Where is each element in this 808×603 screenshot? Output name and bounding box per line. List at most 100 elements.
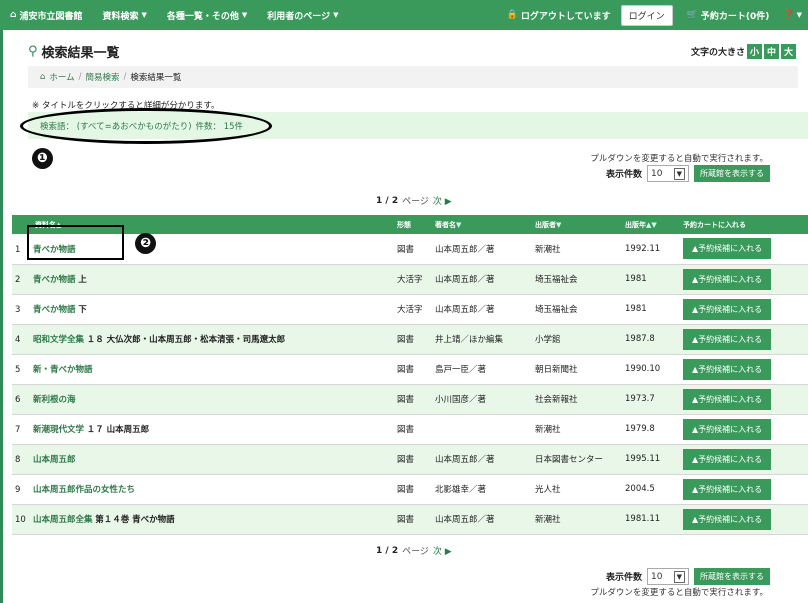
table-row: 1 青べか物語 図書 山本周五郎／著 新潮社 1992.11 ▲予約候補に入れる (12, 234, 808, 265)
help-icon: ❓ (783, 10, 795, 20)
author-cell: 北影雄幸／著 (432, 474, 532, 505)
page-label: ページ (402, 547, 429, 557)
reservation-cart-link[interactable]: 🛒 予約カート(0件) (687, 9, 770, 22)
title-link[interactable]: 新潮現代文学 (33, 425, 84, 435)
display-count-value: 10 (651, 571, 663, 582)
table-row: 5 新・青べか物語 図書 島戸一臣／著 朝日新聞社 1990.10 ▲予約候補に入れる (12, 354, 808, 385)
col-header-author[interactable]: 著者名▼ (432, 215, 532, 234)
year-cell: 1973.7 (622, 384, 680, 415)
table-row: 3 青べか物語 下 大活字 山本周五郎／著 埼玉福祉会 1981 ▲予約候補に入れる (12, 294, 808, 325)
sort-icon: ▼ (556, 220, 562, 229)
breadcrumb-simple-search[interactable]: 簡易検索 (86, 71, 120, 83)
title-cell: 5 新・青べか物語 (12, 354, 394, 385)
page-indicator: 1 / 2 (376, 195, 399, 206)
font-size-medium-button[interactable]: 中 (763, 44, 779, 59)
title-cell: 9 山本周五郎作品の女性たち (12, 474, 394, 505)
add-reservation-button[interactable]: ▲予約候補に入れる (683, 508, 772, 530)
nav-item-label: 資料検索 (102, 11, 139, 22)
brand-link[interactable]: ⌂ 浦安市立図書館 (10, 9, 82, 22)
title-link[interactable]: 新・青べか物語 (33, 365, 93, 375)
next-page-link[interactable]: 次 ▶ (433, 544, 452, 557)
font-size-large-button[interactable]: 大 (780, 44, 796, 59)
reserve-cell: ▲予約候補に入れる (680, 294, 808, 325)
row-number: 8 (15, 455, 21, 465)
annotation-rectangle (27, 225, 124, 260)
year-cell: 2004.5 (622, 474, 680, 505)
play-icon: ▶ (444, 547, 452, 557)
row-number: 10 (15, 515, 26, 525)
add-reservation-button[interactable]: ▲予約候補に入れる (683, 418, 772, 440)
col-header-reserve: 予約カートに入れる (680, 215, 808, 234)
title-link[interactable]: 山本周五郎 (33, 455, 76, 465)
nav-item-label: 利用者のページ (267, 11, 331, 22)
reserve-cell: ▲予約候補に入れる (680, 264, 808, 295)
title-link[interactable]: 新利根の海 (33, 395, 76, 405)
form-cell: 大活字 (394, 264, 432, 295)
show-holdings-button[interactable]: 所蔵館を表示する (694, 568, 770, 585)
add-reservation-button[interactable]: ▲予約候補に入れる (683, 448, 772, 470)
reserve-cell: ▲予約候補に入れる (680, 234, 808, 265)
title-cell: 10 山本周五郎全集 第１４巻 青べか物語 (12, 504, 394, 535)
display-count-select[interactable]: 10 ▼ (647, 165, 689, 182)
title-link[interactable]: 青べか物語 (33, 305, 76, 315)
year-cell: 1981.11 (622, 504, 680, 535)
show-holdings-button[interactable]: 所蔵館を表示する (694, 165, 770, 182)
add-reservation-button[interactable]: ▲予約候補に入れる (683, 358, 772, 380)
results-table: 資料名▲ 形態 著者名▼ 出版者▼ 出版年▲▼ 予約カートに入れる 1 青べか物語… (12, 215, 808, 535)
auto-run-note-top: プルダウンを変更すると自動で実行されます。 (590, 154, 768, 164)
nav-item-search[interactable]: 資料検索 ▼ (102, 9, 146, 22)
annotation-oval (20, 108, 272, 144)
title-link[interactable]: 昭和文学全集 (33, 335, 84, 345)
search-icon: ⚲ (28, 44, 38, 59)
font-size-label: 文字の大きさ (690, 48, 745, 58)
add-reservation-button[interactable]: ▲予約候補に入れる (683, 268, 772, 290)
logout-status-label: ログアウトしています (520, 11, 611, 22)
title-link[interactable]: 青べか物語 (33, 275, 76, 285)
caret-down-icon: ▼ (141, 11, 147, 19)
form-cell: 図書 (394, 234, 432, 265)
form-cell: 図書 (394, 354, 432, 385)
next-page-link[interactable]: 次 ▶ (433, 194, 452, 207)
page-title-text: 検索結果一覧 (41, 46, 120, 61)
help-menu[interactable]: ❓ ▼ (783, 10, 802, 20)
page-title: ⚲ 検索結果一覧 (28, 42, 120, 61)
table-row: 7 新潮現代文学 １７ 山本周五郎 図書 新潮社 1979.8 ▲予約候補に入れる (12, 414, 808, 445)
nav-item-lists[interactable]: 各種一覧・その他 ▼ (167, 9, 247, 22)
font-size-small-button[interactable]: 小 (746, 44, 762, 59)
table-row: 9 山本周五郎作品の女性たち 図書 北影雄幸／著 光人社 2004.5 ▲予約候補に入れる (12, 474, 808, 505)
pager-bottom: 1 / 2 ページ 次 ▶ (376, 544, 452, 558)
cart-icon: 🛒 (686, 10, 698, 20)
title-cell: 8 山本周五郎 (12, 444, 394, 475)
table-row: 4 昭和文学全集 １８ 大仏次郎・山本周五郎・松本清張・司馬遼太郎 図書 井上靖／ほか… (12, 324, 808, 355)
add-reservation-button[interactable]: ▲予約候補に入れる (683, 238, 772, 260)
add-reservation-button[interactable]: ▲予約候補に入れる (683, 388, 772, 410)
col-header-publisher[interactable]: 出版者▼ (532, 215, 622, 234)
nav-item-user-page[interactable]: 利用者のページ ▼ (267, 9, 338, 22)
breadcrumb-home[interactable]: ホーム (49, 71, 74, 83)
title-link[interactable]: 山本周五郎全集 (33, 515, 93, 525)
title-link[interactable]: 山本周五郎作品の女性たち (33, 485, 135, 495)
year-cell: 1992.11 (622, 234, 680, 265)
next-label: 次 (432, 547, 442, 557)
form-cell: 図書 (394, 324, 432, 355)
display-count-label: 表示件数 (605, 170, 642, 180)
login-button[interactable]: ログイン (620, 4, 673, 26)
add-reservation-button[interactable]: ▲予約候補に入れる (683, 478, 772, 500)
reserve-cell: ▲予約候補に入れる (680, 324, 808, 355)
next-label: 次 (432, 197, 442, 207)
add-reservation-button[interactable]: ▲予約候補に入れる (683, 328, 772, 350)
year-cell: 1981 (622, 294, 680, 325)
author-cell: 山本周五郎／著 (432, 264, 532, 295)
publisher-cell: 新潮社 (532, 414, 622, 445)
pager-top: 1 / 2 ページ 次 ▶ (376, 194, 452, 208)
display-count-select[interactable]: 10 ▼ (647, 568, 689, 585)
publisher-cell: 埼玉福祉会 (532, 294, 622, 325)
title-cell: 2 青べか物語 上 (12, 264, 394, 295)
add-reservation-button[interactable]: ▲予約候補に入れる (683, 298, 772, 320)
row-number: 9 (15, 485, 21, 495)
table-header-row: 資料名▲ 形態 著者名▼ 出版者▼ 出版年▲▼ 予約カートに入れる (12, 215, 808, 234)
col-header-year[interactable]: 出版年▲▼ (622, 215, 680, 234)
chevron-down-icon: ▼ (673, 167, 685, 180)
col-header-form: 形態 (394, 215, 432, 234)
reserve-cell: ▲予約候補に入れる (680, 444, 808, 475)
